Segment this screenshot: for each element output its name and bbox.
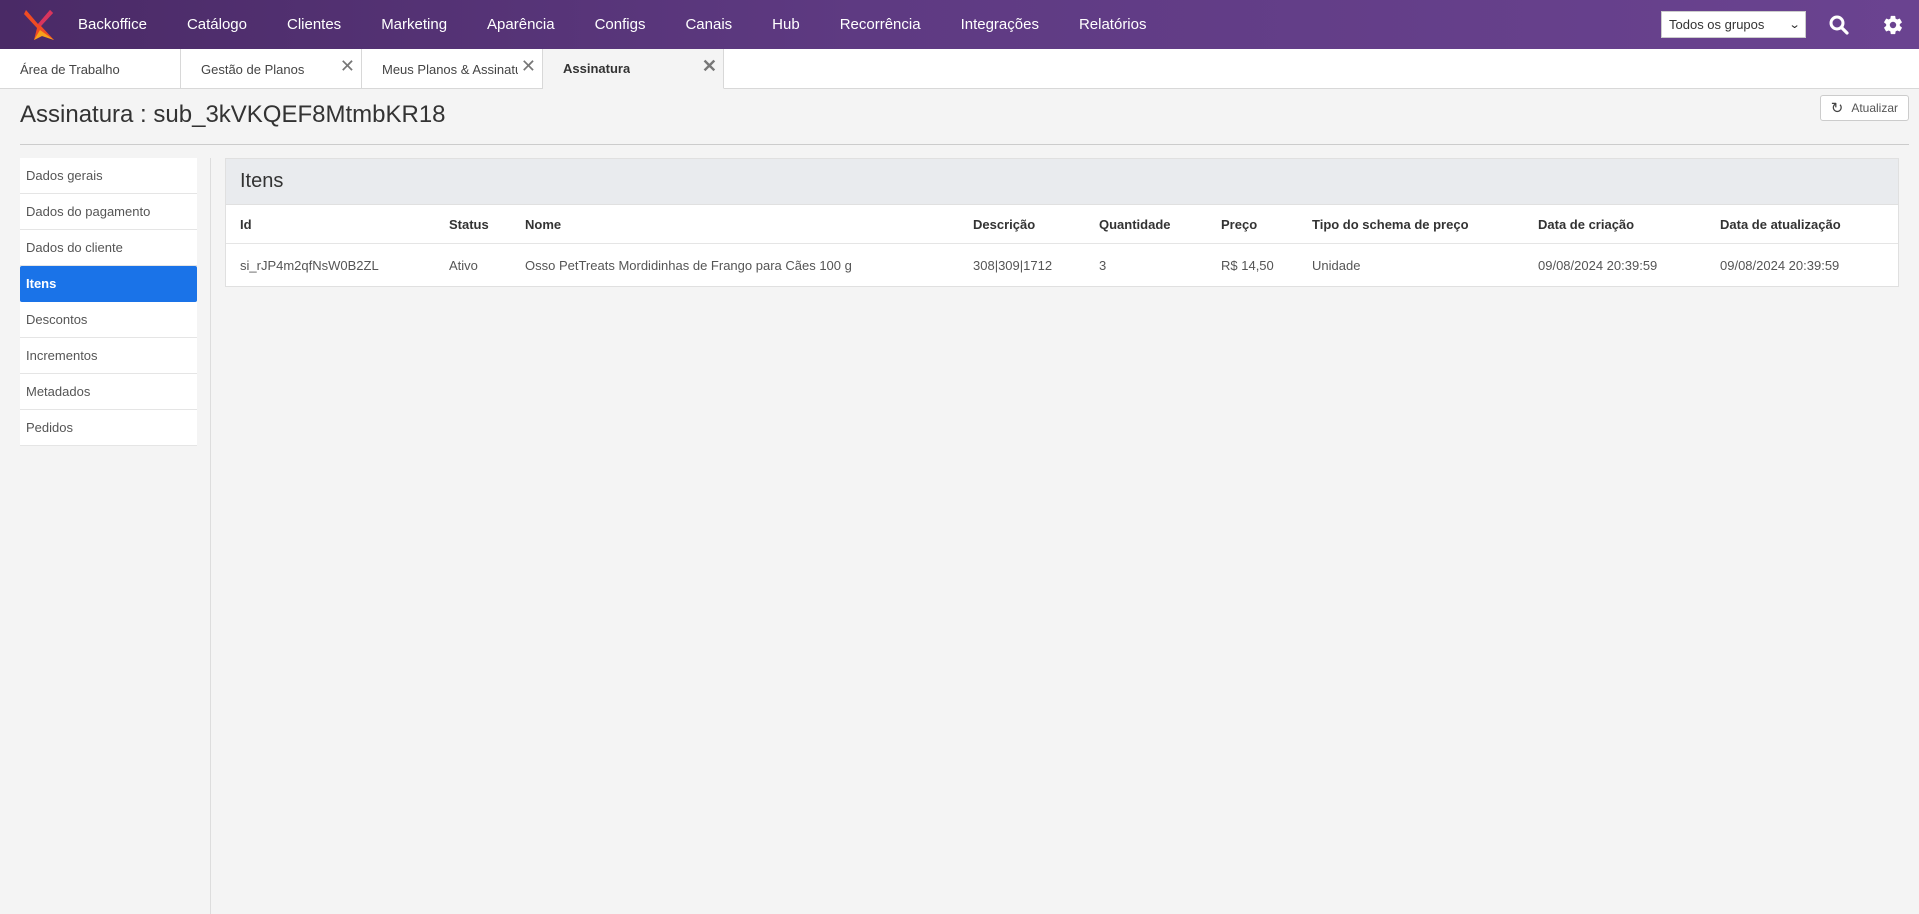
col-preco[interactable]: Preço [1221, 217, 1257, 232]
table-row[interactable]: si_rJP4m2qfNsW0B2ZL Ativo Osso PetTreats… [226, 244, 1898, 286]
cell-descricao: 308|309|1712 [973, 257, 1053, 273]
nav-aparencia[interactable]: Aparência [467, 0, 575, 49]
group-select[interactable]: Todos os grupos ⌄ [1661, 11, 1806, 38]
cell-quantidade: 3 [1099, 257, 1107, 273]
nav-canais[interactable]: Canais [665, 0, 752, 49]
nav-relatorios[interactable]: Relatórios [1059, 0, 1167, 49]
cell-data-criacao: 09/08/2024 20:39:59 [1538, 257, 1658, 273]
col-id[interactable]: Id [240, 217, 252, 232]
workspace-tabs: Área de Trabalho Gestão de Planos ✕ Meus… [0, 49, 1919, 89]
col-data-atualizacao[interactable]: Data de atualização [1720, 217, 1841, 232]
cell-preco: R$ 14,50 [1221, 257, 1274, 273]
sidemenu-metadados[interactable]: Metadados [20, 374, 197, 410]
subscription-sidemenu: Dados gerais Dados do pagamento Dados do… [20, 158, 197, 446]
col-nome[interactable]: Nome [525, 217, 561, 232]
tab-label: Meus Planos & Assinaturas [382, 61, 518, 77]
nav-catalogo[interactable]: Catálogo [167, 0, 267, 49]
sidemenu-dados-pagamento[interactable]: Dados do pagamento [20, 194, 197, 230]
search-icon[interactable] [1828, 14, 1850, 36]
cell-data-atualizacao: 09/08/2024 20:39:59 [1720, 257, 1840, 273]
header-divider [20, 144, 1909, 145]
tab-assinatura[interactable]: Assinatura ✕ [543, 49, 724, 89]
col-data-criacao[interactable]: Data de criação [1538, 217, 1634, 232]
gear-icon[interactable] [1882, 14, 1904, 36]
cell-tipo-schema: Unidade [1312, 257, 1361, 273]
topbar-actions: Todos os grupos ⌄ [1661, 0, 1919, 49]
main-menu: Backoffice Catálogo Clientes Marketing A… [78, 0, 1166, 49]
sidemenu-dados-gerais[interactable]: Dados gerais [20, 158, 197, 194]
tab-label: Área de Trabalho [20, 61, 120, 77]
nav-configs[interactable]: Configs [575, 0, 666, 49]
col-quantidade[interactable]: Quantidade [1099, 217, 1171, 232]
top-navbar: Backoffice Catálogo Clientes Marketing A… [0, 0, 1919, 49]
sidemenu-dados-cliente[interactable]: Dados do cliente [20, 230, 197, 266]
page-title: Assinatura : sub_3kVKQEF8MtmbKR18 [20, 101, 446, 128]
tab-label: Assinatura [563, 61, 631, 76]
items-panel: Itens Id Status Nome Descrição Quantidad… [225, 158, 1899, 287]
close-icon[interactable]: ✕ [521, 57, 536, 75]
refresh-icon: ↻ [1830, 100, 1844, 117]
nav-backoffice[interactable]: Backoffice [78, 0, 167, 49]
col-status[interactable]: Status [449, 217, 489, 232]
tab-label: Gestão de Planos [201, 61, 305, 77]
refresh-button[interactable]: ↻ Atualizar [1819, 95, 1909, 121]
content-divider [210, 158, 211, 914]
close-icon[interactable]: ✕ [702, 57, 717, 75]
nav-hub[interactable]: Hub [752, 0, 820, 49]
col-tipo-schema[interactable]: Tipo do schema de preço [1312, 217, 1469, 232]
sidemenu-pedidos[interactable]: Pedidos [20, 410, 197, 446]
panel-title: Itens [226, 159, 1898, 205]
table-header: Id Status Nome Descrição Quantidade Preç… [226, 205, 1898, 244]
cell-nome: Osso PetTreats Mordidinhas de Frango par… [525, 257, 852, 273]
cell-status: Ativo [449, 257, 478, 273]
nav-recorrencia[interactable]: Recorrência [820, 0, 941, 49]
group-select-value: Todos os grupos [1669, 17, 1765, 32]
tab-gestao-de-planos[interactable]: Gestão de Planos ✕ [181, 49, 362, 89]
brand-logo[interactable] [20, 6, 58, 44]
nav-marketing[interactable]: Marketing [361, 0, 467, 49]
cell-id: si_rJP4m2qfNsW0B2ZL [240, 257, 379, 273]
tab-meus-planos[interactable]: Meus Planos & Assinaturas ✕ [362, 49, 543, 89]
col-descricao[interactable]: Descrição [973, 217, 1035, 232]
nav-clientes[interactable]: Clientes [267, 0, 361, 49]
chevron-down-icon: ⌄ [1788, 19, 1801, 31]
nav-integracoes[interactable]: Integrações [941, 0, 1059, 49]
sidemenu-incrementos[interactable]: Incrementos [20, 338, 197, 374]
sidemenu-itens[interactable]: Itens [20, 266, 197, 302]
tab-area-de-trabalho[interactable]: Área de Trabalho [0, 49, 181, 89]
refresh-label: Atualizar [1851, 101, 1898, 115]
sidemenu-descontos[interactable]: Descontos [20, 302, 197, 338]
close-icon[interactable]: ✕ [340, 57, 355, 75]
